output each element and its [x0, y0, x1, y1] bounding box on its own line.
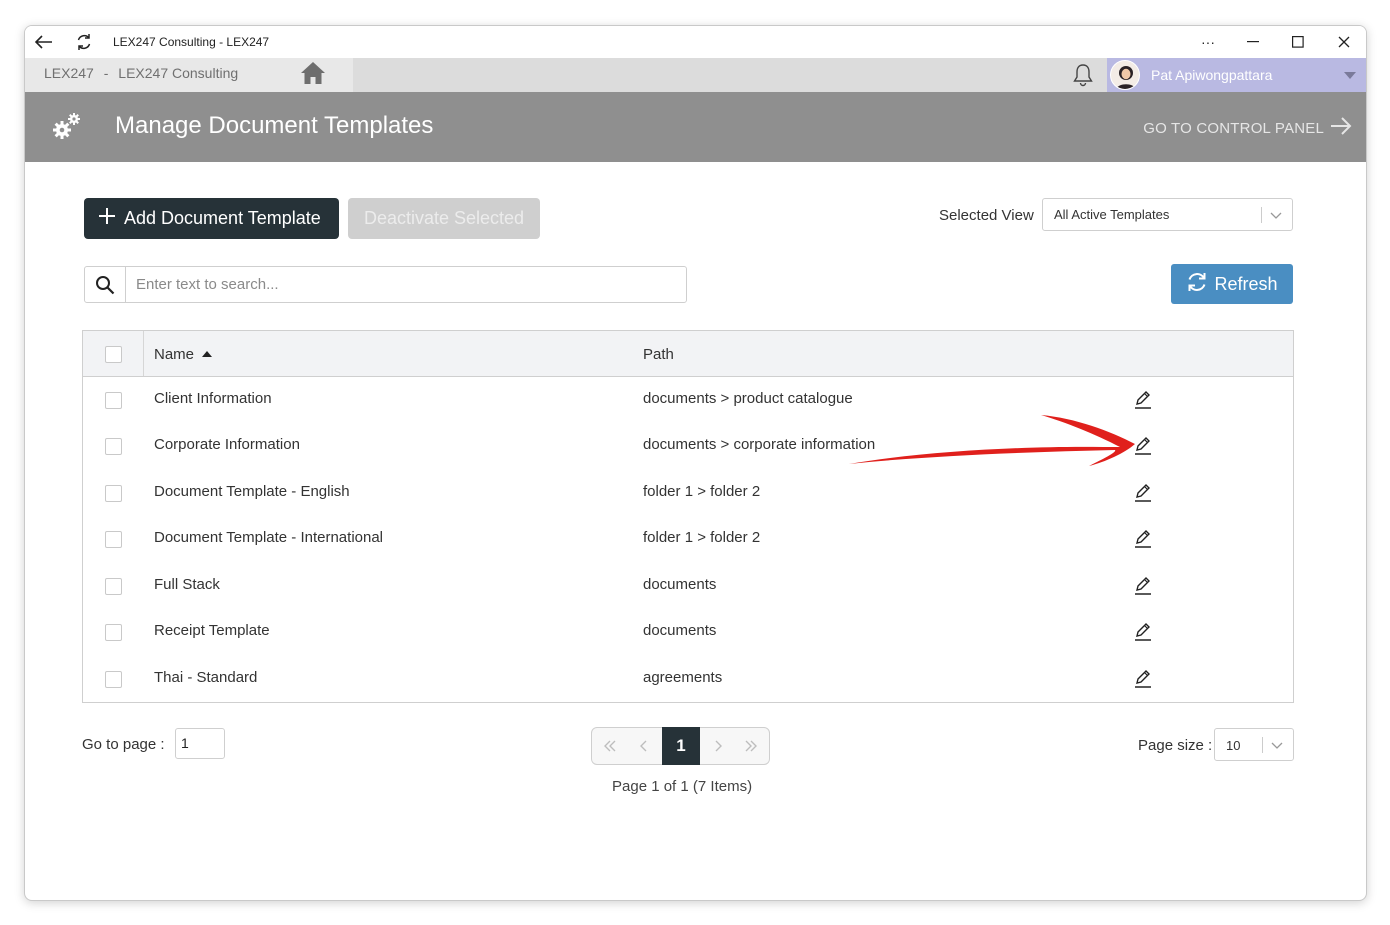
- row-checkbox[interactable]: [105, 531, 122, 548]
- table-row: Document Template - English folder 1 > f…: [83, 470, 1293, 516]
- template-name: Full Stack: [154, 576, 220, 593]
- caret-down-icon: [1344, 72, 1356, 79]
- edit-pencil-icon[interactable]: [1132, 667, 1154, 689]
- add-button-label: Add Document Template: [124, 208, 321, 228]
- table-row: Thai - Standard agreements: [83, 656, 1293, 702]
- more-options-icon[interactable]: ···: [1185, 29, 1231, 55]
- template-name: Document Template - International: [154, 529, 384, 546]
- sort-ascending-icon: [202, 350, 213, 357]
- edit-pencil-icon[interactable]: [1132, 434, 1154, 456]
- template-path: agreements: [643, 669, 723, 686]
- search-box: [84, 266, 687, 303]
- dropdown-divider: [1262, 737, 1263, 753]
- edit-pencil-icon[interactable]: [1132, 574, 1154, 596]
- edit-pencil-icon[interactable]: [1132, 620, 1154, 642]
- template-name: Document Template - English: [154, 483, 350, 500]
- edit-pencil-icon[interactable]: [1132, 527, 1154, 549]
- templates-table: Name Path Client Information documents >…: [82, 330, 1294, 703]
- table-row: Receipt Template documents: [83, 609, 1293, 655]
- reload-icon[interactable]: [71, 30, 97, 54]
- edit-pencil-icon[interactable]: [1132, 388, 1154, 410]
- column-header-name[interactable]: Name: [154, 346, 213, 363]
- go-to-page-input[interactable]: 1: [175, 728, 225, 759]
- template-name: Thai - Standard: [154, 669, 258, 686]
- page-size-value: 10: [1226, 738, 1241, 753]
- template-path: documents > product catalogue: [643, 390, 853, 407]
- row-checkbox[interactable]: [105, 392, 122, 409]
- search-icon[interactable]: [85, 267, 126, 302]
- title-bar: LEX247 Consulting - LEX247 ···: [25, 26, 1366, 58]
- template-name: Corporate Information: [154, 436, 300, 453]
- select-all-cell: [83, 331, 144, 376]
- refresh-icon: [1186, 271, 1208, 298]
- refresh-button[interactable]: Refresh: [1171, 264, 1293, 304]
- app-top-bar: LEX247 - LEX247 Consulting Pat Apiwongpa…: [25, 58, 1366, 92]
- home-button[interactable]: [273, 58, 353, 92]
- window-title: LEX247 Consulting - LEX247: [113, 35, 270, 49]
- row-checkbox[interactable]: [105, 485, 122, 502]
- selected-view-dropdown[interactable]: All Active Templates: [1042, 198, 1293, 231]
- first-page-icon[interactable]: [598, 728, 622, 764]
- next-page-icon[interactable]: [706, 728, 730, 764]
- org-short-name: LEX247: [44, 65, 94, 81]
- current-page-button[interactable]: 1: [662, 727, 700, 765]
- plus-icon: [98, 207, 116, 230]
- row-checkbox[interactable]: [105, 624, 122, 641]
- breadcrumb-separator: -: [103, 65, 109, 81]
- refresh-label: Refresh: [1214, 273, 1278, 294]
- previous-page-icon[interactable]: [632, 728, 656, 764]
- template-path: folder 1 > folder 2: [643, 483, 761, 500]
- selected-view-value: All Active Templates: [1054, 207, 1170, 222]
- table-row: Client Information documents > product c…: [83, 377, 1293, 423]
- row-checkbox[interactable]: [105, 578, 122, 595]
- edit-pencil-icon[interactable]: [1132, 481, 1154, 503]
- selected-view-label: Selected View: [939, 207, 1034, 224]
- page-title: Manage Document Templates: [115, 112, 434, 139]
- page-size-label: Page size :: [1138, 737, 1213, 754]
- gears-icon: [51, 110, 83, 142]
- template-path: documents: [643, 622, 717, 639]
- column-name-label: Name: [154, 346, 195, 363]
- row-checkbox[interactable]: [105, 671, 122, 688]
- org-name: LEX247 Consulting: [118, 65, 239, 81]
- go-to-control-panel-link[interactable]: GO TO CONTROL PANEL: [1143, 117, 1352, 139]
- dropdown-divider: [1261, 207, 1262, 223]
- go-to-page-label: Go to page :: [82, 736, 165, 753]
- minimize-button[interactable]: [1230, 29, 1276, 55]
- app-window: LEX247 Consulting - LEX247 ··· LEX247 - …: [24, 25, 1367, 901]
- chevron-down-icon: [1271, 738, 1283, 753]
- row-checkbox[interactable]: [105, 438, 122, 455]
- search-input[interactable]: [126, 267, 684, 302]
- user-name: Pat Apiwongpattara: [1151, 67, 1273, 83]
- add-document-template-button[interactable]: Add Document Template: [84, 198, 339, 239]
- pager: 1: [591, 727, 770, 765]
- template-name: Client Information: [154, 390, 272, 407]
- home-icon: [300, 61, 326, 90]
- deactivate-selected-button[interactable]: Deactivate Selected: [348, 198, 540, 239]
- table-header: Name Path: [83, 331, 1293, 377]
- control-panel-label: GO TO CONTROL PANEL: [1143, 119, 1324, 137]
- close-button[interactable]: [1321, 29, 1366, 55]
- template-path: folder 1 > folder 2: [643, 529, 761, 546]
- table-row: Document Template - International folder…: [83, 516, 1293, 562]
- template-path: documents > corporate information: [643, 436, 876, 453]
- table-row: Corporate Information documents > corpor…: [83, 423, 1293, 469]
- organization-breadcrumb[interactable]: LEX247 - LEX247 Consulting: [25, 58, 273, 92]
- column-header-path[interactable]: Path: [643, 346, 674, 363]
- table-row: Full Stack documents: [83, 563, 1293, 609]
- user-menu[interactable]: Pat Apiwongpattara: [1107, 58, 1366, 92]
- select-all-checkbox[interactable]: [105, 346, 122, 363]
- template-name: Receipt Template: [154, 622, 270, 639]
- chevron-down-icon: [1270, 208, 1282, 223]
- notification-bell-icon[interactable]: [1071, 63, 1095, 87]
- page-info: Page 1 of 1 (7 Items): [612, 778, 753, 795]
- page-header: Manage Document Templates GO TO CONTROL …: [25, 92, 1366, 162]
- arrow-right-icon: [1330, 117, 1352, 139]
- last-page-icon[interactable]: [739, 728, 763, 764]
- back-icon[interactable]: [31, 30, 57, 54]
- avatar: [1110, 60, 1140, 90]
- maximize-button[interactable]: [1275, 29, 1321, 55]
- page-size-dropdown[interactable]: 10: [1214, 728, 1294, 761]
- template-path: documents: [643, 576, 717, 593]
